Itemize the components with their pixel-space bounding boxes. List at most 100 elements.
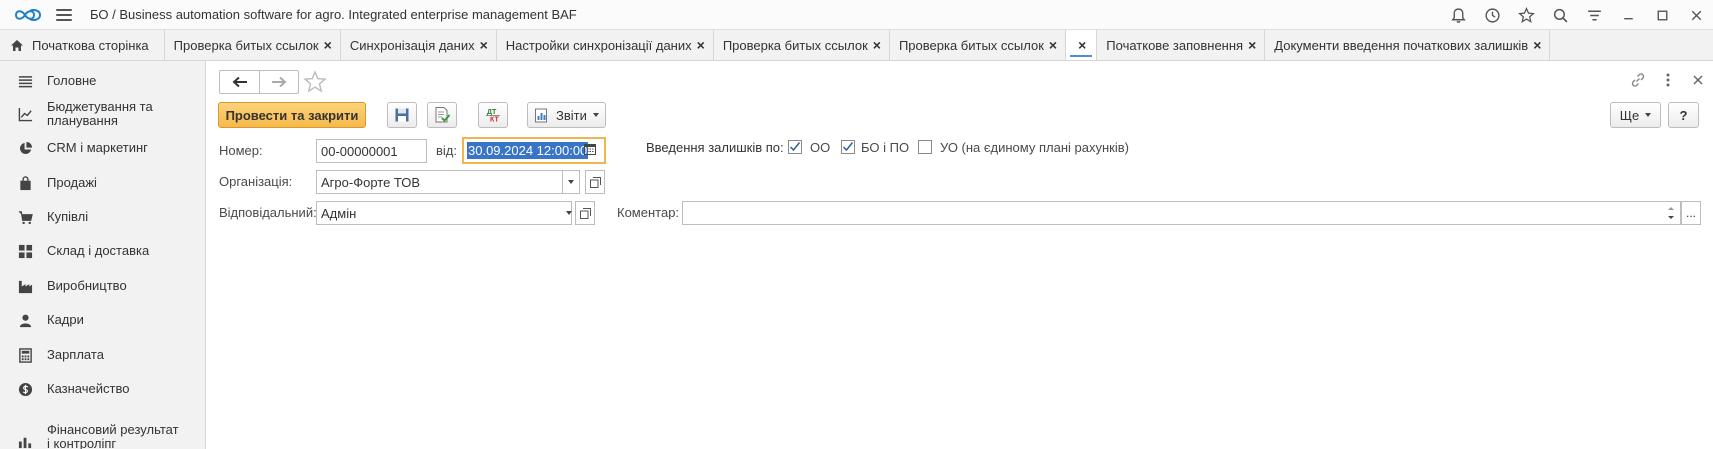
tab-close-icon[interactable]: × — [697, 37, 705, 53]
calculator-icon — [17, 347, 33, 363]
form-header-actions — [1623, 67, 1713, 93]
history-nav — [219, 70, 299, 94]
tab-close-icon[interactable]: × — [1078, 37, 1086, 53]
tab-broken-links-3[interactable]: Проверка битых ссылок × — [890, 30, 1067, 60]
responsible-dropdown-button[interactable] — [564, 201, 573, 225]
filter-menu-icon[interactable] — [1577, 0, 1611, 30]
favorite-star-icon[interactable] — [302, 69, 328, 95]
number-label: Номер: — [219, 143, 263, 158]
organization-dropdown-button[interactable] — [562, 170, 580, 194]
sidebar-item-hr[interactable]: Кадри — [0, 305, 84, 335]
sidebar-item-label: Головне — [47, 73, 97, 88]
sidebar-item-label: Купівлі — [47, 209, 89, 224]
dropdown-arrow-icon — [592, 113, 599, 117]
tab-close-icon[interactable]: × — [480, 37, 488, 53]
coin-icon — [17, 381, 33, 397]
sidebar-item-label: Казначейство — [47, 381, 130, 396]
maximize-icon[interactable] — [1645, 0, 1679, 30]
document-form: Провести та закрити ДТ КТ Звіти Ще ? Номе… — [207, 61, 1713, 449]
sidebar-item-payroll[interactable]: Зарплата — [0, 340, 104, 370]
responsible-field[interactable]: Адмін — [316, 201, 572, 225]
save-button[interactable] — [387, 102, 417, 128]
warehouse-icon — [17, 243, 33, 259]
post-button[interactable] — [427, 102, 457, 128]
svg-text:ДТ: ДТ — [487, 109, 497, 116]
checkbox-bo-po[interactable] — [841, 140, 855, 154]
bell-icon[interactable] — [1441, 0, 1475, 30]
minimize-icon[interactable] — [1611, 0, 1645, 30]
tab-close-icon[interactable]: × — [324, 37, 332, 53]
tab-close-icon[interactable]: × — [1049, 37, 1057, 53]
main-menu-icon[interactable] — [56, 8, 72, 21]
dt-kt-button[interactable]: ДТ КТ — [478, 102, 508, 128]
home-icon — [11, 39, 23, 51]
sidebar-item-budgeting[interactable]: Бюджетування та планування — [0, 96, 167, 132]
sidebar-item-treasury[interactable]: Казначейство — [0, 374, 129, 404]
star-icon[interactable] — [1509, 0, 1543, 30]
factory-icon — [17, 278, 33, 294]
forward-button[interactable] — [259, 71, 298, 93]
tab-current[interactable]: × — [1066, 30, 1098, 60]
more-button[interactable]: Ще — [1610, 102, 1661, 128]
tab-sync-settings[interactable]: Настройки синхронізації даних × — [497, 30, 714, 60]
comment-spin-icon[interactable] — [1667, 204, 1675, 222]
open-window-icon — [589, 176, 601, 188]
number-field[interactable]: 00-00000001 — [316, 139, 427, 163]
reports-button[interactable]: Звіти — [527, 102, 606, 128]
tab-label: Документи введення початкових залишків — [1274, 37, 1529, 53]
sidebar-item-main[interactable]: Головне — [0, 66, 96, 96]
sidebar-item-production[interactable]: Виробництво — [0, 271, 127, 301]
tab-opening-balance-docs[interactable]: Документи введення початкових залишків × — [1265, 30, 1551, 60]
tab-label: Проверка битых ссылок — [722, 37, 868, 53]
bar-chart-icon — [17, 433, 33, 449]
search-icon[interactable] — [1543, 0, 1577, 30]
organization-label: Організація: — [219, 174, 293, 189]
comment-ellipsis-button[interactable]: ... — [1681, 201, 1701, 225]
person-icon — [17, 312, 33, 328]
sidebar-item-sales[interactable]: Продажі — [0, 168, 97, 198]
post-and-close-button[interactable]: Провести та закрити — [218, 102, 366, 128]
tab-broken-links-1[interactable]: Проверка битых ссылок × — [165, 30, 341, 60]
sidebar: Головне Бюджетування та планування CRM і… — [0, 61, 206, 449]
sidebar-item-purchases[interactable]: Купівлі — [0, 202, 88, 232]
back-button[interactable] — [220, 71, 259, 93]
tab-initial-fill[interactable]: Початкове заповнення × — [1097, 30, 1266, 60]
checkbox-oo[interactable] — [788, 140, 802, 154]
app-title: БО / Business automation software for ag… — [90, 7, 577, 22]
organization-open-button[interactable] — [585, 170, 605, 194]
organization-field[interactable]: Агро-Форте ТОВ — [316, 170, 563, 194]
checkbox-uo-label: УО (на єдиному плані рахунків) — [940, 140, 1129, 155]
tab-label: Початкова сторінка — [32, 37, 149, 53]
link-icon[interactable] — [1623, 67, 1653, 93]
comment-field[interactable] — [682, 201, 1681, 225]
sidebar-item-label: Фінансовий результат і контроліпг — [47, 422, 179, 449]
responsible-label: Відповідальний: — [219, 205, 317, 220]
sidebar-item-warehouse[interactable]: Склад і доставка — [0, 236, 149, 266]
close-icon[interactable] — [1679, 0, 1713, 30]
calendar-icon[interactable] — [584, 143, 598, 157]
reports-label: Звіти — [556, 107, 587, 123]
sidebar-item-label: Кадри — [47, 312, 84, 327]
tab-close-icon[interactable]: × — [1533, 37, 1541, 53]
help-button[interactable]: ? — [1668, 102, 1699, 128]
more-label: Ще — [1619, 107, 1640, 123]
sidebar-item-crm[interactable]: CRM і маркетинг — [0, 133, 148, 163]
checkbox-uo[interactable] — [918, 140, 932, 154]
history-icon[interactable] — [1475, 0, 1509, 30]
dropdown-arrow-icon — [565, 211, 572, 215]
tab-close-icon[interactable]: × — [1248, 37, 1256, 53]
responsible-open-button[interactable] — [575, 201, 595, 225]
tab-close-icon[interactable]: × — [873, 37, 881, 53]
tab-broken-links-2[interactable]: Проверка битых ссылок × — [714, 30, 890, 60]
sidebar-item-financial-result[interactable]: Фінансовий результат і контроліпг — [0, 423, 182, 449]
tab-home[interactable]: Початкова сторінка — [0, 30, 165, 60]
tab-data-sync[interactable]: Синхронізація даних × — [341, 30, 497, 60]
svg-text:КТ: КТ — [490, 117, 499, 124]
app-logo-icon[interactable] — [14, 7, 44, 23]
balances-label: Введення залишків по: — [646, 140, 784, 155]
date-label: від: — [436, 143, 457, 158]
sidebar-item-label: Зарплата — [47, 347, 104, 362]
save-icon — [395, 108, 409, 122]
more-vertical-icon[interactable] — [1653, 67, 1683, 93]
close-form-icon[interactable] — [1683, 67, 1713, 93]
